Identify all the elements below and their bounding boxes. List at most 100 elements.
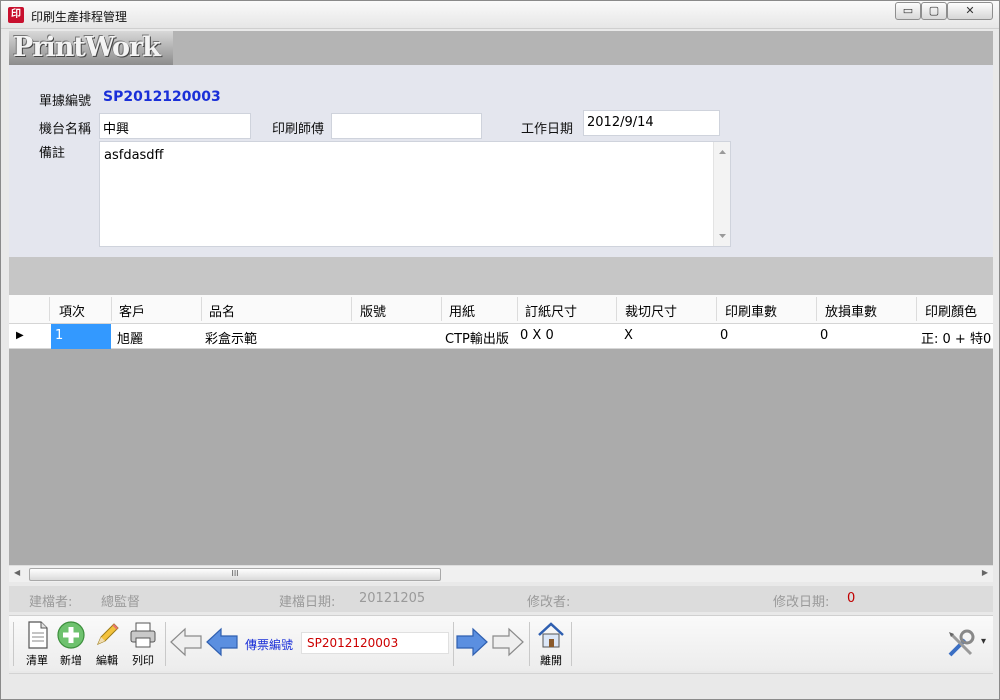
cell-colors[interactable]: 正: 0 + 特0 bbox=[921, 328, 991, 347]
doc-no-label: 單據編號 bbox=[39, 94, 92, 109]
scroll-arrows-icon bbox=[719, 150, 726, 238]
cell-print-runs[interactable]: 0 bbox=[720, 328, 728, 343]
created-date-value: 20121205 bbox=[359, 591, 426, 606]
cell-product[interactable]: 彩盒示範 bbox=[205, 328, 257, 347]
ticket-no-label: 傳票編號 bbox=[245, 638, 294, 652]
back-arrow-icon[interactable] bbox=[205, 626, 239, 658]
scroll-right-icon[interactable]: ▶ bbox=[982, 568, 988, 577]
col-header-paper[interactable]: 用紙 bbox=[449, 301, 475, 320]
toolbar-divider bbox=[529, 622, 530, 666]
table-row[interactable]: ▶ 1 旭麗 彩盒示範 CTP輸出版 0 X 0 X 0 0 正: 0 + 特0 bbox=[9, 324, 993, 349]
pencil-icon bbox=[97, 623, 119, 645]
col-divider bbox=[441, 297, 442, 321]
workdate-label: 工作日期 bbox=[521, 122, 574, 137]
ticket-no-field[interactable]: SP2012120003 bbox=[301, 632, 449, 654]
header-form: 單據編號 SP2012120003 機台名稱 中興 印刷師傅 工作日期 2012… bbox=[9, 65, 993, 257]
banner: PrintWork bbox=[9, 31, 993, 65]
toolbar-divider bbox=[571, 622, 572, 666]
toolbar-divider bbox=[165, 622, 166, 666]
notes-text: asfdasdff bbox=[104, 148, 164, 163]
grid-horizontal-scrollbar[interactable]: ◀ III ▶ bbox=[9, 565, 993, 582]
modified-date-label: 修改日期: bbox=[773, 595, 830, 610]
col-header-print-runs[interactable]: 印刷車數 bbox=[725, 301, 777, 320]
edit-label: 編輯 bbox=[96, 654, 118, 667]
col-header-order-size[interactable]: 訂紙尺寸 bbox=[525, 301, 577, 320]
notes-textarea[interactable]: asfdasdff bbox=[99, 141, 731, 247]
record-info-bar: 建檔者: 總監督 建檔日期: 20121205 修改者: 修改日期: 0 bbox=[9, 586, 993, 612]
scroll-thumb[interactable]: III bbox=[29, 568, 441, 581]
grid-header: 項次 客戶 品名 版號 用紙 訂紙尺寸 裁切尺寸 印刷車數 放損車數 印刷顏色 bbox=[9, 295, 993, 324]
printwork-logo: PrintWork bbox=[9, 31, 173, 65]
printer-icon bbox=[130, 622, 156, 648]
modifier-label: 修改者: bbox=[527, 595, 571, 610]
tools-dropdown-icon[interactable]: ▾ bbox=[981, 636, 986, 647]
forward-arrow-icon[interactable] bbox=[455, 626, 489, 658]
edit-button[interactable]: 編輯 bbox=[89, 620, 125, 668]
status-bar bbox=[9, 673, 993, 695]
doc-no-value: SP2012120003 bbox=[103, 89, 221, 105]
home-icon bbox=[538, 622, 564, 648]
toolbar-divider bbox=[13, 622, 14, 666]
col-header-product[interactable]: 品名 bbox=[209, 301, 235, 320]
col-divider bbox=[201, 297, 202, 321]
row-indicator-icon: ▶ bbox=[16, 330, 24, 341]
workdate-field[interactable]: 2012/9/14 bbox=[583, 110, 720, 136]
cell-cut-size[interactable]: X bbox=[624, 328, 633, 343]
col-divider bbox=[616, 297, 617, 321]
col-divider bbox=[49, 297, 50, 321]
col-header-waste-runs[interactable]: 放損車數 bbox=[825, 301, 877, 320]
notes-scrollbar[interactable] bbox=[713, 142, 730, 246]
main-window: 印 印刷生產排程管理 ▭ ▢ ✕ PrintWork 單據編號 SP201212… bbox=[0, 0, 1000, 700]
add-label: 新增 bbox=[60, 654, 82, 667]
document-icon bbox=[28, 621, 48, 649]
col-divider bbox=[351, 297, 352, 321]
cell-order-size[interactable]: 0 X 0 bbox=[520, 328, 554, 343]
close-button[interactable]: ✕ bbox=[947, 2, 993, 20]
exit-button[interactable]: 離開 bbox=[533, 620, 569, 668]
scroll-left-icon[interactable]: ◀ bbox=[14, 568, 20, 577]
exit-label: 離開 bbox=[540, 654, 562, 667]
section-divider bbox=[9, 257, 993, 295]
app-logo-icon: 印 bbox=[8, 7, 24, 23]
machine-field[interactable]: 中興 bbox=[99, 113, 251, 139]
toolbar-divider bbox=[453, 622, 454, 666]
creator-value: 總監督 bbox=[101, 595, 141, 610]
col-header-colors[interactable]: 印刷顏色 bbox=[925, 301, 977, 320]
col-divider bbox=[517, 297, 518, 321]
minimize-button[interactable]: ▭ bbox=[895, 2, 921, 20]
modified-date-value: 0 bbox=[847, 591, 856, 606]
printer-label: 印刷師傅 bbox=[272, 122, 325, 137]
printer-field[interactable] bbox=[331, 113, 482, 139]
tools-icon[interactable] bbox=[945, 628, 977, 660]
toolbar: 清單 新增 編輯 列印 傳票編號 SP2012120003 離開 ▾ bbox=[9, 615, 993, 671]
print-label: 列印 bbox=[132, 654, 154, 667]
maximize-button[interactable]: ▢ bbox=[921, 2, 947, 20]
previous-arrow-icon[interactable] bbox=[169, 626, 203, 658]
detail-grid[interactable]: 項次 客戶 品名 版號 用紙 訂紙尺寸 裁切尺寸 印刷車數 放損車數 印刷顏色 … bbox=[9, 295, 993, 582]
col-header-item[interactable]: 項次 bbox=[59, 301, 85, 320]
col-header-customer[interactable]: 客戶 bbox=[119, 301, 145, 320]
col-header-cut-size[interactable]: 裁切尺寸 bbox=[625, 301, 677, 320]
cell-customer[interactable]: 旭麗 bbox=[117, 328, 143, 347]
col-divider bbox=[716, 297, 717, 321]
machine-label: 機台名稱 bbox=[39, 122, 92, 137]
scroll-grip-icon: III bbox=[231, 569, 239, 578]
plus-circle-icon bbox=[57, 621, 85, 649]
created-date-label: 建檔日期: bbox=[279, 595, 336, 610]
clear-button[interactable]: 清單 bbox=[19, 620, 55, 668]
cell-item[interactable]: 1 bbox=[55, 328, 63, 343]
creator-label: 建檔者: bbox=[29, 595, 73, 610]
cell-paper[interactable]: CTP輸出版 bbox=[445, 328, 509, 347]
col-divider bbox=[816, 297, 817, 321]
col-header-plate[interactable]: 版號 bbox=[360, 301, 386, 320]
title-bar: 印 印刷生產排程管理 ▭ ▢ ✕ bbox=[1, 1, 999, 29]
col-divider bbox=[111, 297, 112, 321]
notes-label: 備註 bbox=[39, 146, 66, 161]
next-arrow-icon[interactable] bbox=[491, 626, 525, 658]
clear-label: 清單 bbox=[26, 654, 48, 667]
cell-waste-runs[interactable]: 0 bbox=[820, 328, 828, 343]
col-divider bbox=[916, 297, 917, 321]
window-title: 印刷生產排程管理 bbox=[31, 10, 128, 24]
add-button[interactable]: 新增 bbox=[53, 620, 89, 668]
print-button[interactable]: 列印 bbox=[125, 620, 161, 668]
